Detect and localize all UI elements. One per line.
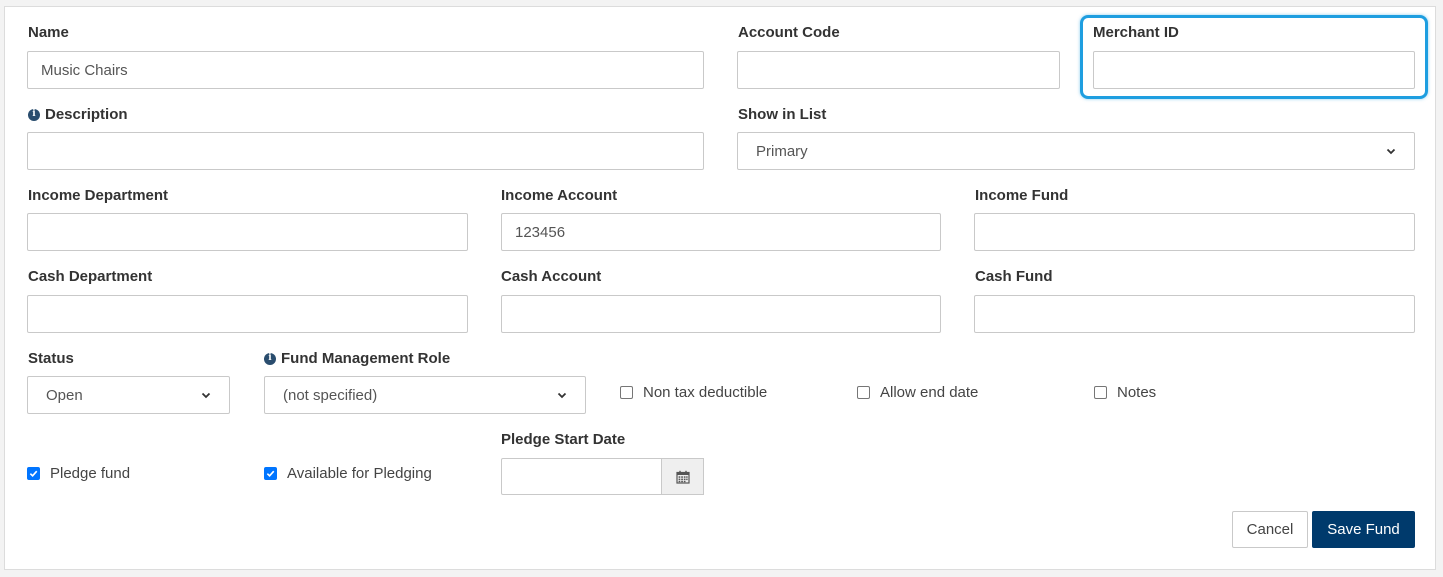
cancel-button[interactable]: Cancel — [1232, 511, 1308, 548]
cash-account-input[interactable] — [501, 295, 941, 333]
fund-management-role-value: (not specified) — [283, 386, 378, 404]
description-label: i Description — [28, 106, 128, 123]
pledge-fund-checkbox[interactable]: Pledge fund — [27, 465, 130, 482]
checkbox-box[interactable] — [857, 386, 870, 399]
income-department-input[interactable] — [27, 213, 468, 251]
name-input[interactable] — [27, 51, 704, 89]
income-department-label: Income Department — [28, 187, 169, 204]
checkmark-icon — [266, 470, 275, 478]
checkbox-box-checked[interactable] — [27, 467, 40, 480]
checkbox-box[interactable] — [1094, 386, 1107, 399]
available-for-pledging-checkbox[interactable]: Available for Pledging — [264, 465, 432, 482]
info-circle-icon[interactable]: i — [264, 352, 276, 365]
status-select[interactable]: Open — [27, 376, 230, 414]
fund-management-role-select[interactable]: (not specified) — [264, 376, 586, 414]
cash-account-label: Cash Account — [501, 268, 602, 285]
chevron-down-icon — [1386, 148, 1396, 155]
income-fund-label: Income Fund — [975, 187, 1069, 204]
status-label: Status — [28, 350, 74, 367]
income-fund-input[interactable] — [974, 213, 1415, 251]
notes-checkbox[interactable]: Notes — [1094, 384, 1156, 401]
account-code-input[interactable] — [737, 51, 1060, 89]
show-in-list-value: Primary — [756, 142, 808, 160]
cash-department-input[interactable] — [27, 295, 468, 333]
info-circle-icon[interactable]: i — [28, 108, 40, 121]
income-account-label: Income Account — [501, 187, 618, 204]
cash-fund-label: Cash Fund — [975, 268, 1053, 285]
allow-end-date-checkbox[interactable]: Allow end date — [857, 384, 978, 401]
fund-management-role-label: i Fund Management Role — [264, 350, 450, 367]
name-label: Name — [28, 24, 69, 41]
account-code-label: Account Code — [738, 24, 840, 41]
pledge-start-date-label: Pledge Start Date — [501, 431, 626, 448]
income-account-input[interactable] — [501, 213, 941, 251]
cash-department-label: Cash Department — [28, 268, 153, 285]
checkbox-box[interactable] — [620, 386, 633, 399]
show-in-list-select[interactable]: Primary — [737, 132, 1415, 170]
checkbox-box-checked[interactable] — [264, 467, 277, 480]
save-fund-button[interactable]: Save Fund — [1312, 511, 1415, 548]
cash-fund-input[interactable] — [974, 295, 1415, 333]
chevron-down-icon — [557, 392, 567, 399]
calendar-icon — [675, 470, 690, 484]
chevron-down-icon — [201, 392, 211, 399]
checkmark-icon — [29, 470, 38, 478]
date-picker-button[interactable] — [661, 458, 704, 495]
description-input[interactable] — [27, 132, 704, 170]
status-value: Open — [46, 386, 83, 404]
pledge-start-date-input[interactable] — [501, 458, 662, 495]
show-in-list-label: Show in List — [738, 106, 827, 123]
merchant-id-input[interactable] — [1093, 51, 1415, 89]
non-tax-deductible-checkbox[interactable]: Non tax deductible — [620, 384, 767, 401]
merchant-id-label: Merchant ID — [1093, 24, 1179, 41]
